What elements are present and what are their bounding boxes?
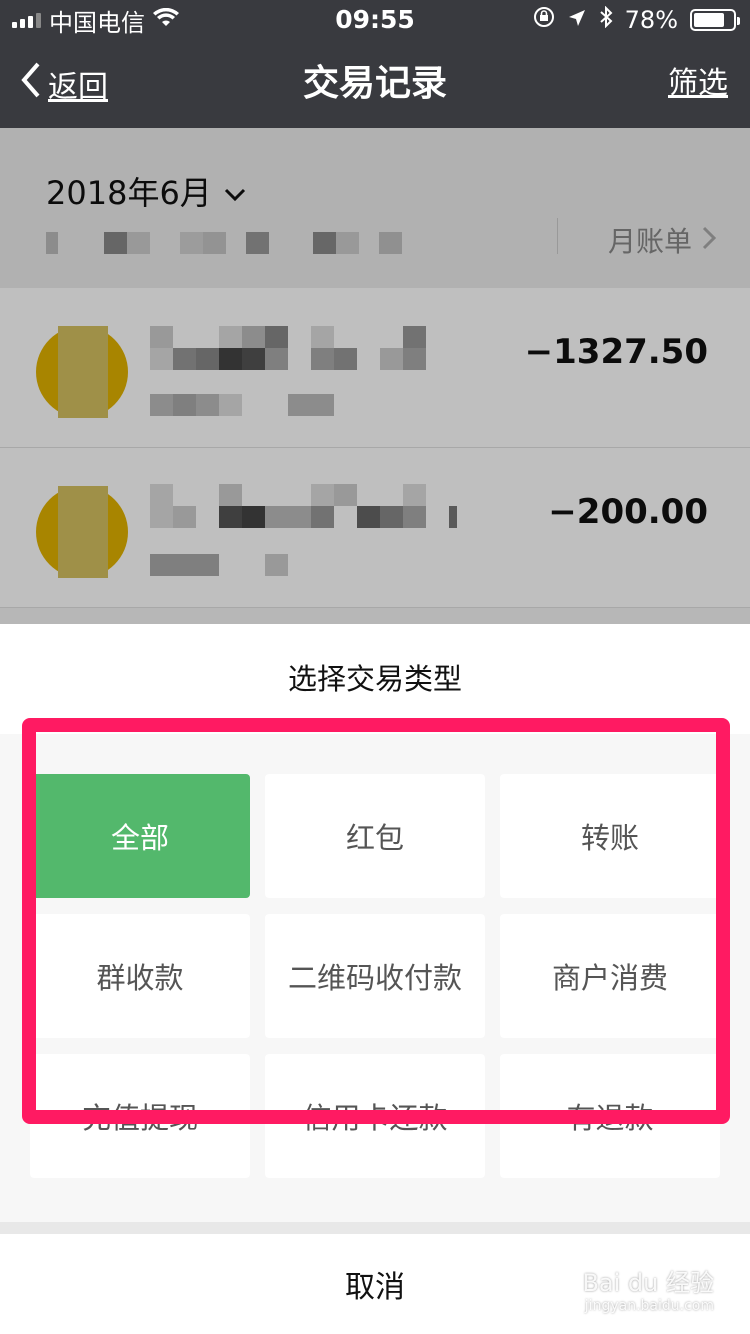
bluetooth-icon xyxy=(599,5,613,34)
separator xyxy=(0,1222,750,1234)
filter-button[interactable]: 筛选 xyxy=(668,62,728,106)
location-icon xyxy=(567,6,587,34)
option-grid: 全部 红包 转账 群收款 二维码收付款 商户消费 充值提现 信用卡还款 有退款 xyxy=(0,718,750,1222)
nav-bar: 返回 交易记录 筛选 xyxy=(0,40,750,128)
watermark-brand: Bai du 经验 xyxy=(582,1269,714,1297)
status-bar: 中国电信 09:55 78% xyxy=(0,0,750,40)
rotation-lock-icon xyxy=(533,6,555,34)
modal-overlay[interactable] xyxy=(0,128,750,624)
status-right: 78% xyxy=(533,0,740,40)
highlight-box xyxy=(22,718,730,1124)
transaction-type-sheet: 选择交易类型 全部 红包 转账 群收款 二维码收付款 商户消费 充值提现 信用卡… xyxy=(0,624,750,1334)
battery-icon xyxy=(690,9,740,31)
page-title: 交易记录 xyxy=(302,63,447,104)
battery-percent: 78% xyxy=(624,6,678,34)
watermark: Bai du 经验 jingyan.baidu.com xyxy=(582,1263,714,1314)
watermark-url: jingyan.baidu.com xyxy=(584,1298,714,1314)
